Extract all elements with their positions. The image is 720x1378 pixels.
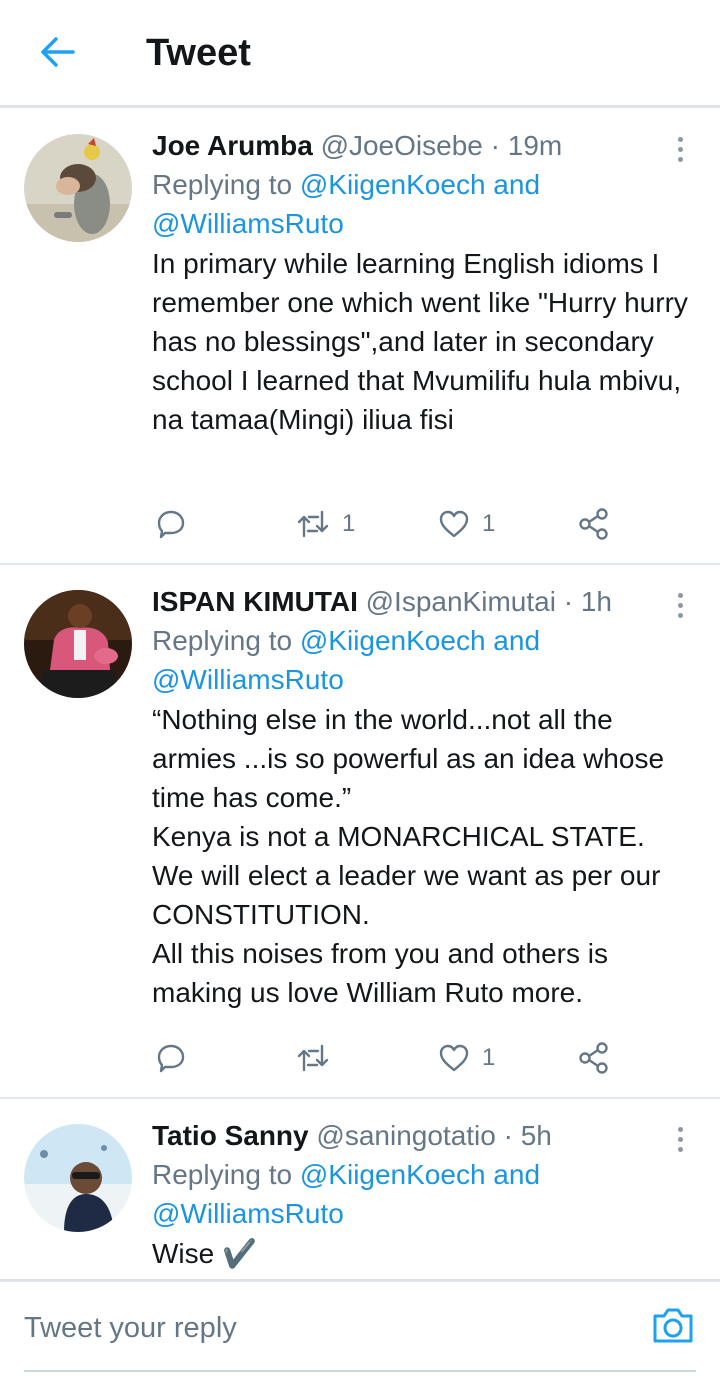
more-options-button[interactable] xyxy=(668,587,692,623)
share-icon xyxy=(579,1042,608,1074)
comment-icon xyxy=(157,1044,185,1073)
heart-icon xyxy=(439,1044,469,1072)
tweet-header: Tatio Sanny @saningotatio · 5h xyxy=(152,1117,696,1155)
retweet-icon xyxy=(297,510,329,538)
author-handle[interactable]: @saningotatio xyxy=(316,1120,495,1151)
replying-to: Replying to @KiigenKoech and @WilliamsRu… xyxy=(152,621,696,699)
replying-to: Replying to @KiigenKoech and @WilliamsRu… xyxy=(152,1155,696,1233)
tweet-header: ISPAN KIMUTAI @IspanKimutai · 1h xyxy=(152,583,696,621)
timestamp: 19m xyxy=(507,130,563,161)
page-title: Tweet xyxy=(146,32,251,74)
mention-link[interactable]: @KiigenKoech xyxy=(300,625,486,656)
like-count: 1 xyxy=(482,510,496,537)
author-name[interactable]: Joe Arumba xyxy=(152,130,313,161)
share-button[interactable] xyxy=(578,1038,610,1078)
input-underline xyxy=(24,1370,696,1372)
retweet-button[interactable] xyxy=(296,1038,342,1078)
reply-composer xyxy=(0,1279,720,1378)
like-button[interactable]: 1 xyxy=(438,1038,495,1078)
tweet-actions: 1 1 xyxy=(152,504,622,544)
mention-link[interactable]: @WilliamsRuto xyxy=(152,664,344,695)
avatar[interactable] xyxy=(24,134,132,242)
retweet-count: 1 xyxy=(342,510,356,537)
author-handle[interactable]: @IspanKimutai xyxy=(366,586,556,617)
heart-icon xyxy=(439,510,469,538)
more-options-button[interactable] xyxy=(668,1121,692,1157)
back-button[interactable] xyxy=(32,30,82,74)
author-name[interactable]: Tatio Sanny xyxy=(152,1120,309,1151)
reply-button[interactable] xyxy=(156,504,186,544)
camera-button[interactable] xyxy=(650,1302,696,1348)
tweet-text-line: “Nothing else in the world...not all the… xyxy=(152,704,665,813)
separator: · xyxy=(490,130,500,161)
top-app-bar: Tweet xyxy=(0,0,720,108)
mention-link[interactable]: @WilliamsRuto xyxy=(152,208,344,239)
tweet-text-line: All this noises from you and others is m… xyxy=(152,938,608,1008)
mention-joiner[interactable]: and xyxy=(486,625,540,656)
reply-tweet[interactable]: ISPAN KIMUTAI @IspanKimutai · 1h Replyin… xyxy=(0,567,720,1099)
more-options-button[interactable] xyxy=(668,131,692,167)
share-button[interactable] xyxy=(578,504,610,544)
reply-button[interactable] xyxy=(156,1038,186,1078)
replying-to: Replying to @KiigenKoech and @WilliamsRu… xyxy=(152,165,696,243)
replying-to-label: Replying to xyxy=(152,169,300,200)
separator: · xyxy=(563,586,574,617)
tweet-text-line: In primary while learning English idioms… xyxy=(152,248,688,435)
separator: · xyxy=(503,1120,513,1151)
replying-to-label: Replying to xyxy=(152,625,300,656)
comment-icon xyxy=(157,510,185,539)
tweet-text-line: We will elect a leader we want as per ou… xyxy=(152,860,661,930)
tweet-text: Wise ✔️ xyxy=(152,1234,696,1273)
retweet-icon xyxy=(297,1044,329,1072)
tweet-text-line: Kenya is not a MONARCHICAL STATE. xyxy=(152,821,645,852)
tweet-text: “Nothing else in the world...not all the… xyxy=(152,700,696,1012)
mention-joiner[interactable]: and xyxy=(486,169,540,200)
camera-icon xyxy=(653,1308,693,1343)
retweet-button[interactable]: 1 xyxy=(296,504,355,544)
author-handle[interactable]: @JoeOisebe xyxy=(321,130,483,161)
mention-joiner[interactable]: and xyxy=(486,1159,540,1190)
author-name[interactable]: ISPAN KIMUTAI xyxy=(152,586,358,617)
timestamp: 1h xyxy=(580,586,612,617)
tweet-header: Joe Arumba @JoeOisebe · 19m xyxy=(152,127,696,165)
share-icon xyxy=(579,508,608,540)
reply-input[interactable] xyxy=(24,1302,624,1354)
like-count: 1 xyxy=(482,1044,496,1071)
mention-link[interactable]: @WilliamsRuto xyxy=(152,1198,344,1229)
replying-to-label: Replying to xyxy=(152,1159,300,1190)
arrow-left-icon xyxy=(41,37,75,67)
mention-link[interactable]: @KiigenKoech xyxy=(300,169,486,200)
like-button[interactable]: 1 xyxy=(438,504,495,544)
mention-link[interactable]: @KiigenKoech xyxy=(300,1159,486,1190)
reply-tweet[interactable]: Joe Arumba @JoeOisebe · 19m Replying to … xyxy=(0,111,720,565)
timestamp: 5h xyxy=(520,1120,552,1151)
tweet-text-line: Wise ✔️ xyxy=(152,1238,257,1269)
reply-tweet[interactable]: Tatio Sanny @saningotatio · 5h Replying … xyxy=(0,1101,720,1279)
tweet-actions: 1 xyxy=(152,1038,622,1078)
tweet-text: In primary while learning English idioms… xyxy=(152,244,696,439)
avatar[interactable] xyxy=(24,590,132,698)
avatar[interactable] xyxy=(24,1124,132,1232)
